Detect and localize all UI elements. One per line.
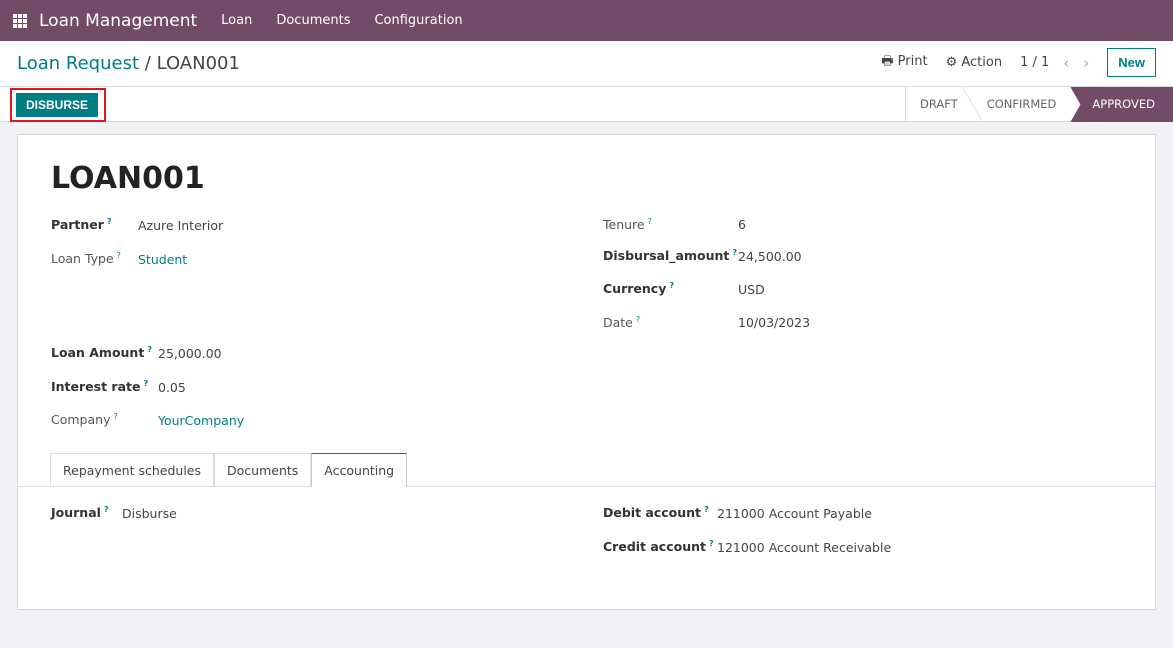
field-disbursal-amount-label: Disbursal_amount? bbox=[603, 248, 737, 264]
field-tenure[interactable]: 6 bbox=[738, 217, 746, 232]
new-button[interactable]: New bbox=[1107, 48, 1156, 77]
pager: 1 / 1 ‹ › bbox=[1020, 54, 1089, 72]
app-title[interactable]: Loan Management bbox=[39, 11, 197, 31]
chevron-right-icon[interactable]: › bbox=[1083, 54, 1089, 72]
pager-value[interactable]: 1 / 1 bbox=[1020, 55, 1049, 70]
menu-documents[interactable]: Documents bbox=[276, 13, 350, 28]
field-company[interactable]: YourCompany bbox=[158, 413, 244, 428]
field-date-label: Date? bbox=[603, 315, 641, 331]
printer-icon: 🖶 bbox=[881, 53, 894, 69]
menu-configuration[interactable]: Configuration bbox=[374, 13, 462, 28]
tab-repayment-schedules[interactable]: Repayment schedules bbox=[50, 453, 215, 486]
disburse-button[interactable]: DISBURSE bbox=[16, 93, 98, 117]
field-partner[interactable]: Azure Interior bbox=[138, 218, 223, 233]
field-tenure-label: Tenure? bbox=[603, 217, 652, 233]
print-label: Print bbox=[897, 53, 928, 69]
apps-menu-icon[interactable] bbox=[13, 13, 27, 28]
field-loan-amount[interactable]: 25,000.00 bbox=[158, 346, 222, 361]
action-button[interactable]: ⚙ Action bbox=[946, 55, 1003, 70]
top-navbar: Loan Management Loan Documents Configura… bbox=[0, 0, 1173, 41]
field-date[interactable]: 10/03/2023 bbox=[738, 315, 810, 330]
form-sheet: LOAN001 Partner? Azure Interior Loan Typ… bbox=[17, 134, 1156, 610]
field-interest-rate[interactable]: 0.05 bbox=[158, 380, 186, 395]
status-confirmed[interactable]: CONFIRMED bbox=[973, 87, 1071, 122]
breadcrumb-loan-request[interactable]: Loan Request bbox=[17, 53, 139, 74]
field-partner-label: Partner? bbox=[51, 217, 112, 233]
chevron-left-icon[interactable]: ‹ bbox=[1063, 54, 1069, 72]
status-bar: DRAFT CONFIRMED APPROVED bbox=[905, 87, 1173, 122]
field-credit-account-label: Credit account? bbox=[603, 539, 714, 555]
field-currency[interactable]: USD bbox=[738, 282, 765, 297]
field-loan-amount-label: Loan Amount? bbox=[51, 345, 152, 361]
print-button[interactable]: 🖶 Print bbox=[881, 52, 927, 74]
notebook-tabs: Repayment schedules Documents Accounting bbox=[50, 453, 408, 487]
field-interest-rate-label: Interest rate? bbox=[51, 379, 149, 395]
breadcrumb-current: LOAN001 bbox=[156, 53, 240, 74]
breadcrumb-separator: / bbox=[144, 53, 151, 74]
field-debit-account-label: Debit account? bbox=[603, 505, 709, 521]
status-approved[interactable]: APPROVED bbox=[1070, 87, 1173, 122]
field-loan-type-label: Loan Type? bbox=[51, 251, 121, 267]
field-credit-account[interactable]: 121000 Account Receivable bbox=[717, 540, 891, 555]
field-disbursal-amount[interactable]: 24,500.00 bbox=[738, 249, 802, 264]
menu-loan[interactable]: Loan bbox=[221, 13, 252, 28]
breadcrumb: Loan Request / LOAN001 bbox=[17, 53, 240, 74]
field-journal-label: Journal? bbox=[51, 505, 109, 521]
action-bar: DISBURSE DRAFT CONFIRMED APPROVED bbox=[0, 86, 1173, 122]
field-debit-account[interactable]: 211000 Account Payable bbox=[717, 506, 872, 521]
tab-documents[interactable]: Documents bbox=[214, 453, 312, 486]
gear-icon: ⚙ bbox=[945, 55, 958, 70]
record-title: LOAN001 bbox=[51, 161, 205, 196]
field-loan-type[interactable]: Student bbox=[138, 252, 187, 267]
action-label: Action bbox=[961, 55, 1003, 70]
tab-accounting[interactable]: Accounting bbox=[311, 453, 408, 487]
field-company-label: Company? bbox=[51, 412, 118, 428]
field-currency-label: Currency? bbox=[603, 281, 674, 297]
field-journal[interactable]: Disburse bbox=[122, 506, 177, 521]
status-draft[interactable]: DRAFT bbox=[906, 87, 972, 122]
